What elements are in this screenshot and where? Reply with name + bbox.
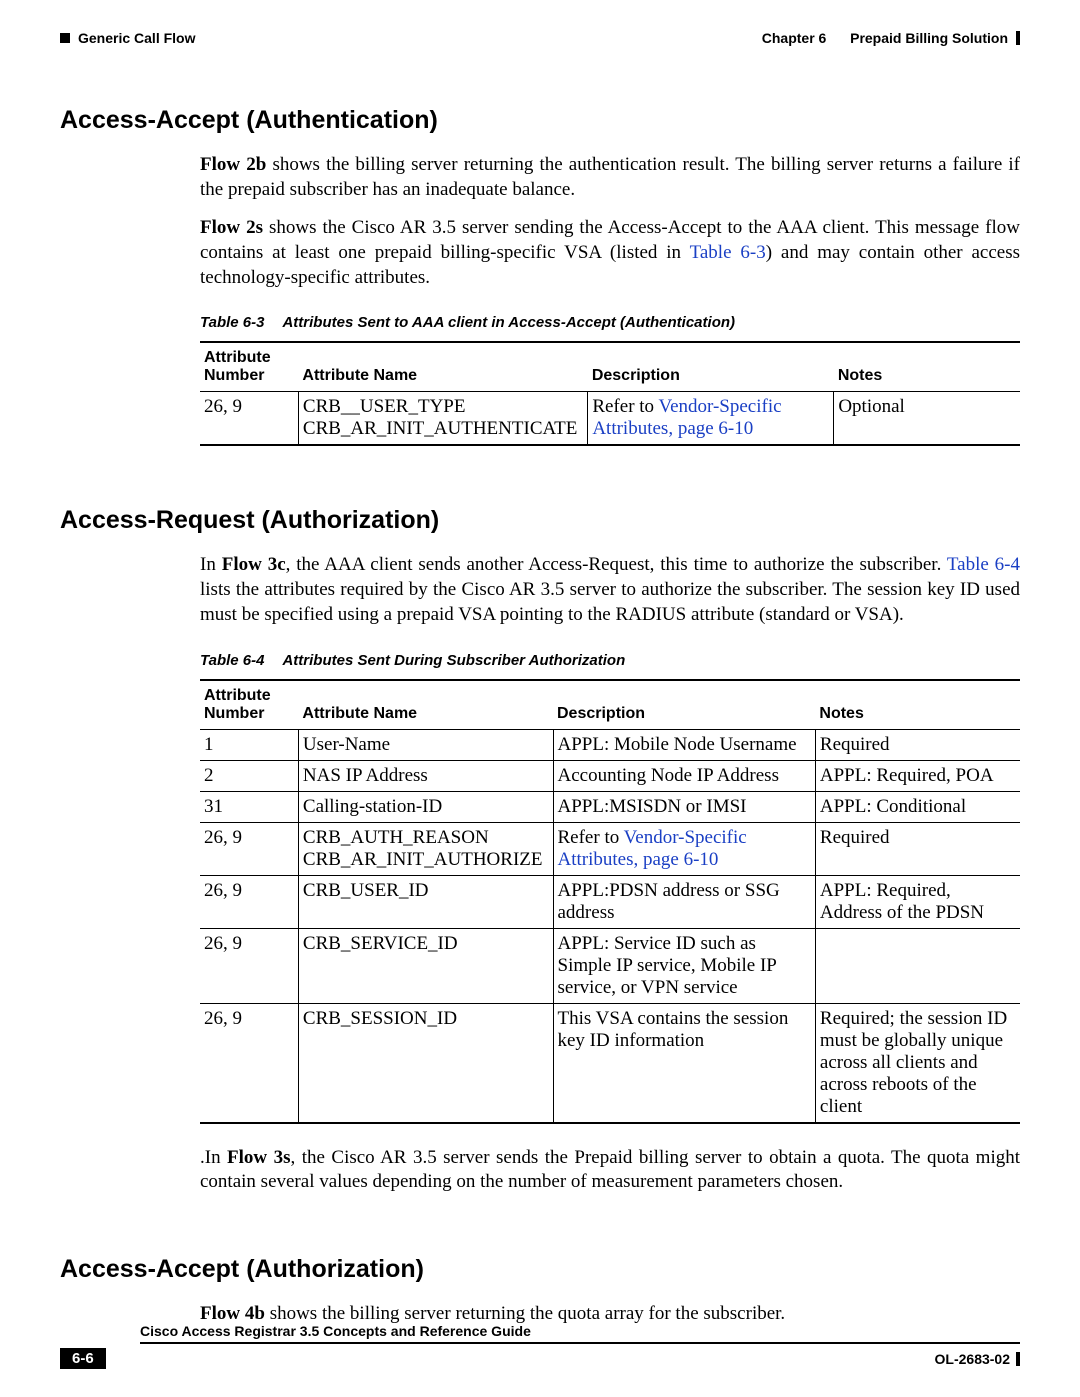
paragraph: Flow 2s shows the Cisco AR 3.5 server se… <box>200 216 1020 290</box>
header-section: Generic Call Flow <box>78 30 195 46</box>
col-header: AttributeNumber <box>200 680 298 730</box>
flow-label: Flow 2b <box>200 154 266 175</box>
col-header: Notes <box>815 680 1020 730</box>
flow-label: Flow 3s <box>227 1147 290 1168</box>
table-row: 2 NAS IP Address Accounting Node IP Addr… <box>200 760 1020 791</box>
header-chapter: Chapter 6 <box>762 30 827 46</box>
footer-rule-icon <box>1016 1352 1020 1366</box>
flow-label: Flow 2s <box>200 217 263 238</box>
col-header: Notes <box>834 342 1020 392</box>
paragraph: .In Flow 3s, the Cisco AR 3.5 server sen… <box>200 1146 1020 1195</box>
page-header: Generic Call Flow Chapter 6 Prepaid Bill… <box>60 30 1020 46</box>
page-number: 6-6 <box>60 1348 106 1369</box>
table-ref-link[interactable]: Table 6-3 <box>690 242 766 263</box>
doc-id: OL-2683-02 <box>935 1351 1010 1367</box>
paragraph: Flow 2b shows the billing server returni… <box>200 153 1020 202</box>
header-rule-icon <box>1016 31 1020 45</box>
table-6-4: AttributeNumber Attribute Name Descripti… <box>200 679 1020 1124</box>
paragraph: In Flow 3c, the AAA client sends another… <box>200 553 1020 627</box>
header-mark-icon <box>60 33 70 43</box>
section-heading-access-accept-auth: Access-Accept (Authentication) <box>60 106 1020 135</box>
col-header: Attribute Name <box>298 342 587 392</box>
flow-label: Flow 3c <box>222 554 286 575</box>
table-6-3: AttributeNumber Attribute Name Descripti… <box>200 341 1020 446</box>
header-title: Prepaid Billing Solution <box>850 30 1008 46</box>
col-header: Attribute Name <box>298 680 553 730</box>
table-caption: Table 6-4Attributes Sent During Subscrib… <box>200 652 1020 669</box>
page-footer: Cisco Access Registrar 3.5 Concepts and … <box>60 1323 1020 1369</box>
col-header: AttributeNumber <box>200 342 298 392</box>
flow-label: Flow 4b <box>200 1303 265 1324</box>
table-row: 26, 9 CRB_SESSION_ID This VSA contains t… <box>200 1003 1020 1123</box>
table-ref-link[interactable]: Table 6-4 <box>947 554 1020 575</box>
table-row: 31 Calling-station-ID APPL:MSISDN or IMS… <box>200 791 1020 822</box>
table-caption: Table 6-3Attributes Sent to AAA client i… <box>200 314 1020 331</box>
section-heading-access-accept-authz: Access-Accept (Authorization) <box>60 1255 1020 1284</box>
section-heading-access-request-authz: Access-Request (Authorization) <box>60 506 1020 535</box>
col-header: Description <box>553 680 815 730</box>
table-row: 26, 9 CRB_AUTH_REASONCRB_AR_INIT_AUTHORI… <box>200 822 1020 875</box>
table-row: 26, 9 CRB_USER_ID APPL:PDSN address or S… <box>200 875 1020 928</box>
table-row: 1 User-Name APPL: Mobile Node Username R… <box>200 729 1020 760</box>
table-row: 26, 9 CRB__USER_TYPECRB_AR_INIT_AUTHENTI… <box>200 392 1020 446</box>
footer-doc-title: Cisco Access Registrar 3.5 Concepts and … <box>140 1323 1020 1344</box>
col-header: Description <box>588 342 834 392</box>
table-row: 26, 9 CRB_SERVICE_ID APPL: Service ID su… <box>200 928 1020 1003</box>
